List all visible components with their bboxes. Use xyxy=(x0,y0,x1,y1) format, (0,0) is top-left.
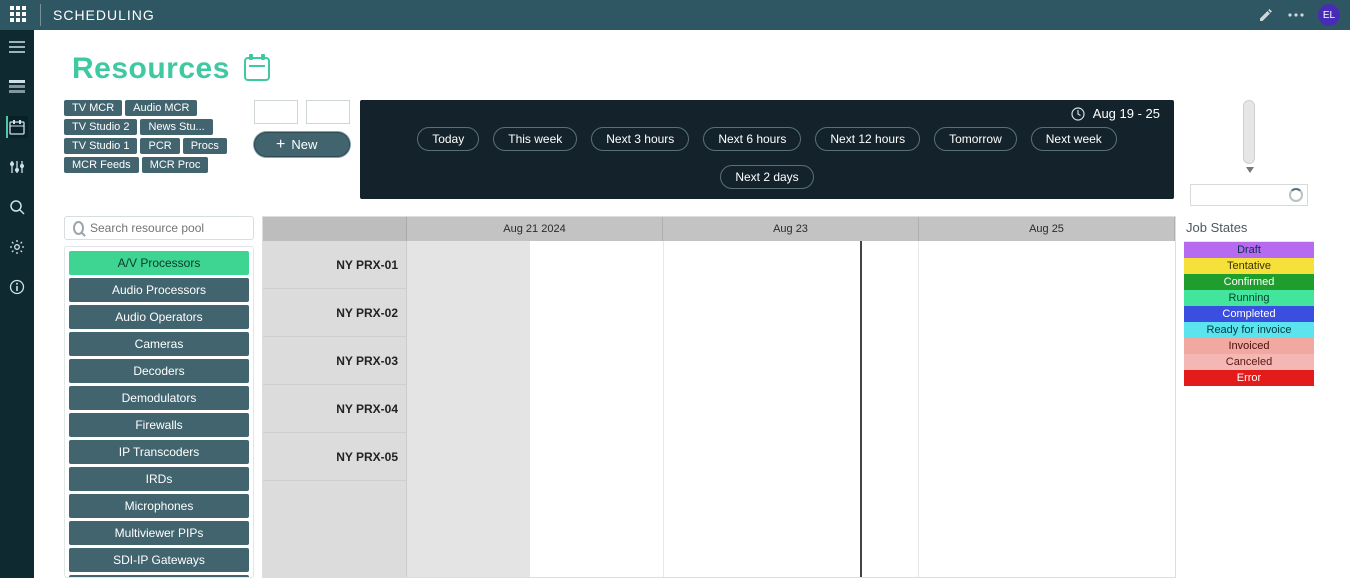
range-quick-button[interactable]: Next 12 hours xyxy=(815,127,920,151)
new-button[interactable]: +New xyxy=(254,132,350,157)
spinner-icon xyxy=(1289,188,1303,202)
filter-chip[interactable]: TV MCR xyxy=(64,100,122,116)
sliders-icon[interactable] xyxy=(6,156,28,178)
category-item[interactable]: A/V Processors xyxy=(69,251,249,275)
category-item[interactable]: Firewalls xyxy=(69,413,249,437)
range-quick-button[interactable]: This week xyxy=(493,127,577,151)
filter-chips: TV MCRAudio MCR TV Studio 2News Stu...TV … xyxy=(64,100,244,173)
gear-icon[interactable] xyxy=(6,236,28,258)
top-bar: SCHEDULING EL xyxy=(0,0,1350,30)
edit-icon[interactable] xyxy=(1256,5,1276,25)
category-item[interactable]: IP Transcoders xyxy=(69,440,249,464)
search-icon[interactable] xyxy=(6,196,28,218)
vertical-scrollbar[interactable] xyxy=(1243,100,1255,164)
apps-grid-icon[interactable] xyxy=(10,6,28,24)
search-input[interactable] xyxy=(90,221,245,235)
list-icon[interactable] xyxy=(6,76,28,98)
legend-title: Job States xyxy=(1184,216,1314,242)
timeline-header: Aug 19 - 25 Today This week Next 3 hours Ne… xyxy=(360,100,1174,199)
hamburger-icon[interactable] xyxy=(6,36,28,58)
legend-item: Draft xyxy=(1184,242,1314,258)
filter-chip[interactable]: Procs xyxy=(183,138,227,154)
side-rail xyxy=(0,30,34,578)
legend-item: Canceled xyxy=(1184,354,1314,370)
legend: Job States DraftTentativeConfirmedRunnin… xyxy=(1184,216,1314,578)
filter-chip[interactable]: TV Studio 2 xyxy=(64,119,137,135)
legend-item: Confirmed xyxy=(1184,274,1314,290)
filter-chip[interactable]: PCR xyxy=(140,138,179,154)
new-button-label: New xyxy=(291,137,317,152)
legend-item: Tentative xyxy=(1184,258,1314,274)
range-quick-button[interactable]: Next 2 days xyxy=(720,165,813,189)
search-input-wrap[interactable] xyxy=(64,216,254,240)
clock-icon xyxy=(1071,107,1085,121)
category-item[interactable]: Audio Operators xyxy=(69,305,249,329)
grid-line xyxy=(663,241,664,577)
resource-row-header[interactable]: NY PRX-04 xyxy=(263,385,406,433)
avatar[interactable]: EL xyxy=(1318,4,1340,26)
range-quick-button[interactable]: Next 3 hours xyxy=(591,127,689,151)
filter-chip[interactable]: MCR Proc xyxy=(142,157,209,173)
category-item[interactable]: Demodulators xyxy=(69,386,249,410)
legend-item: Invoiced xyxy=(1184,338,1314,354)
filter-chip[interactable]: MCR Feeds xyxy=(64,157,139,173)
search-icon xyxy=(73,221,84,235)
date-header-cell: Aug 21 2024 xyxy=(407,217,663,241)
app-title: SCHEDULING xyxy=(53,7,155,23)
date-header-cell: Aug 23 xyxy=(663,217,919,241)
resource-row-header[interactable]: NY PRX-05 xyxy=(263,433,406,481)
loader-box xyxy=(1190,184,1308,206)
category-item[interactable]: Audio Processors xyxy=(69,278,249,302)
legend-item: Completed xyxy=(1184,306,1314,322)
filter-chip[interactable]: TV Studio 1 xyxy=(64,138,137,154)
main: Resources TV MCRAudio MCR TV Studio 2News… xyxy=(34,30,1350,578)
now-line xyxy=(860,241,862,577)
calendar-icon[interactable] xyxy=(6,116,28,138)
legend-item: Running xyxy=(1184,290,1314,306)
past-shade xyxy=(407,241,530,577)
range-quick-button[interactable]: Next week xyxy=(1031,127,1117,151)
resource-row-header[interactable]: NY PRX-01 xyxy=(263,241,406,289)
legend-item: Error xyxy=(1184,370,1314,386)
info-icon[interactable] xyxy=(6,276,28,298)
grid-line xyxy=(918,241,919,577)
category-item[interactable]: Cameras xyxy=(69,332,249,356)
filter-chip[interactable]: Audio MCR xyxy=(125,100,197,116)
filter-box-2[interactable] xyxy=(306,100,350,124)
category-item[interactable]: Decoders xyxy=(69,359,249,383)
category-list: A/V Processors Audio Processors Audio Oper… xyxy=(64,246,254,578)
divider xyxy=(40,4,41,26)
date-header-cell: Aug 25 xyxy=(919,217,1175,241)
legend-item: Ready for invoice xyxy=(1184,322,1314,338)
filter-chip[interactable]: News Stu... xyxy=(140,119,212,135)
category-item[interactable]: SDI-IP Gateways xyxy=(69,548,249,572)
date-range-label: Aug 19 - 25 xyxy=(1093,106,1160,121)
category-item[interactable]: Multiviewer PIPs xyxy=(69,521,249,545)
resource-row-header[interactable]: NY PRX-02 xyxy=(263,289,406,337)
range-quick-button[interactable]: Next 6 hours xyxy=(703,127,801,151)
category-item[interactable]: Microphones xyxy=(69,494,249,518)
more-icon[interactable] xyxy=(1286,5,1306,25)
filter-box-1[interactable] xyxy=(254,100,298,124)
range-quick-button[interactable]: Tomorrow xyxy=(934,127,1017,151)
timeline-grid[interactable]: Aug 21 2024Aug 23Aug 25 NY PRX-01NY PRX-… xyxy=(262,216,1176,578)
range-quick-button[interactable]: Today xyxy=(417,127,479,151)
page-title-calendar-icon xyxy=(244,57,270,81)
category-item[interactable]: IRDs xyxy=(69,467,249,491)
page-title: Resources xyxy=(72,52,230,86)
resource-row-header[interactable]: NY PRX-03 xyxy=(263,337,406,385)
